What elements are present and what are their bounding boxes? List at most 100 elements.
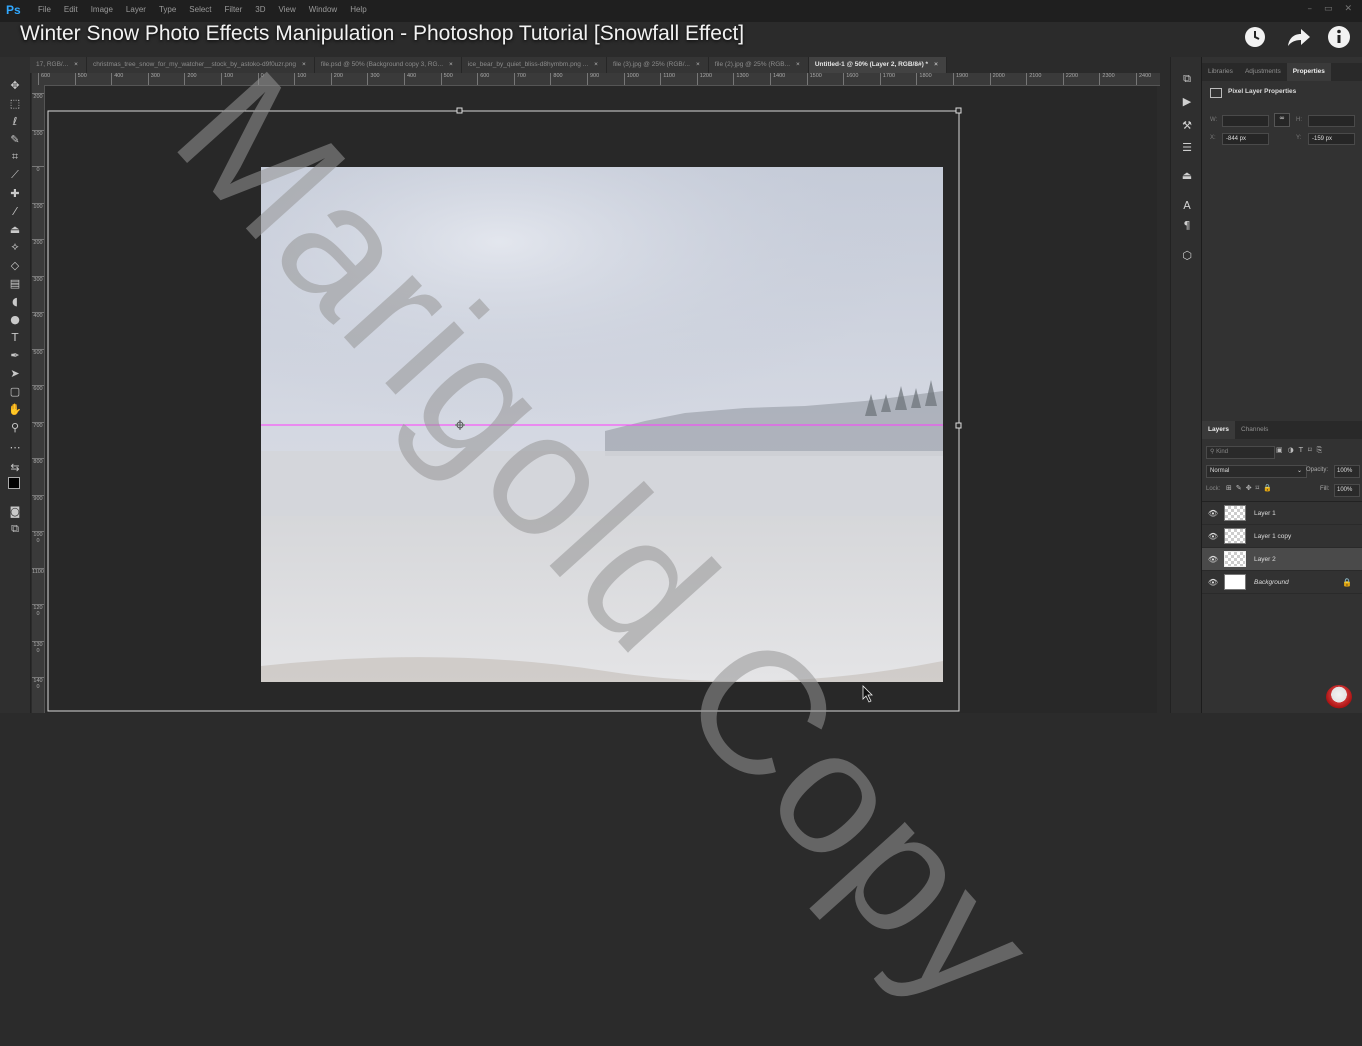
ruler-tick: 400 — [32, 312, 44, 349]
hand-tool-icon[interactable]: ✋ — [6, 401, 24, 417]
transform-handle-top[interactable] — [456, 107, 463, 114]
watch-later-button[interactable] — [1242, 24, 1268, 50]
height-field[interactable] — [1308, 115, 1355, 127]
transform-handle-top-right[interactable] — [955, 107, 962, 114]
info-button[interactable] — [1326, 24, 1352, 50]
tool-presets-icon[interactable]: ⚒ — [1179, 117, 1195, 133]
document-tab[interactable]: ice_bear_by_quiet_bliss-d8hymbm.png ... × — [461, 57, 607, 73]
tab-libraries[interactable]: Libraries — [1202, 63, 1239, 81]
close-tab-icon[interactable]: × — [302, 61, 306, 68]
menu-help[interactable]: Help — [350, 5, 366, 14]
quick-mask-icon[interactable]: ◙ — [6, 503, 24, 519]
menu-file[interactable]: File — [38, 5, 51, 14]
crop-tool-icon[interactable]: ⌗ — [6, 149, 24, 165]
history-brush-tool-icon[interactable]: ⟡ — [6, 239, 24, 255]
blend-mode-select[interactable]: Normal ⌄ — [1206, 465, 1307, 478]
tab-layers[interactable]: Layers — [1202, 421, 1235, 439]
history-panel-icon[interactable]: ⧉ — [1179, 71, 1195, 87]
eyedropper-tool-icon[interactable]: ⟋ — [6, 167, 24, 183]
actions-play-icon[interactable]: ▶ — [1179, 93, 1195, 109]
close-tab-icon[interactable]: × — [796, 61, 800, 68]
menu-view[interactable]: View — [279, 5, 296, 14]
minimize-icon[interactable]: – — [1307, 4, 1312, 14]
y-label: Y: — [1296, 135, 1302, 141]
menu-layer[interactable]: Layer — [126, 5, 146, 14]
tab-channels[interactable]: Channels — [1235, 421, 1274, 439]
tab-adjustments[interactable]: Adjustments — [1239, 63, 1287, 81]
restore-icon[interactable]: ▭ — [1324, 4, 1333, 14]
lock-icons[interactable]: ⊞✎✥⌑🔒 — [1226, 484, 1276, 492]
document-tab[interactable]: file (2).jpg @ 25% (RGB... × — [708, 57, 809, 73]
x-label: X: — [1210, 135, 1216, 141]
visibility-eye-icon[interactable]: 👁 — [1202, 578, 1224, 587]
lock-icon[interactable]: 🔒 — [1342, 578, 1352, 587]
clone-stamp-tool-icon[interactable]: ⏏ — [6, 221, 24, 237]
dodge-tool-icon[interactable]: ● — [6, 311, 24, 327]
close-tab-icon[interactable]: × — [74, 61, 78, 68]
menu-items: File Edit Image Layer Type Select Filter… — [38, 5, 367, 14]
menu-window[interactable]: Window — [309, 5, 337, 14]
close-tab-icon[interactable]: × — [934, 61, 938, 68]
close-tab-icon[interactable]: × — [696, 61, 700, 68]
menu-edit[interactable]: Edit — [64, 5, 78, 14]
layer-row[interactable]: 👁 Layer 1 — [1202, 502, 1362, 525]
shape-tool-icon[interactable]: ▢ — [6, 383, 24, 399]
zoom-tool-icon[interactable]: ⚲ — [6, 419, 24, 435]
healing-brush-tool-icon[interactable]: ✚ — [6, 185, 24, 201]
document-tab[interactable]: file.psd @ 50% (Background copy 3, RG...… — [314, 57, 462, 73]
close-tab-icon[interactable]: × — [449, 61, 453, 68]
document-tab[interactable]: Untitled-1 @ 50% (Layer 2, RGB/8#) * × — [808, 57, 947, 73]
canvas-document[interactable] — [45, 86, 1157, 713]
more-tools-icon[interactable]: ⋯ — [6, 439, 24, 455]
quick-select-tool-icon[interactable]: ✎ — [6, 131, 24, 147]
menu-type[interactable]: Type — [159, 5, 176, 14]
document-tab[interactable]: file (3).jpg @ 25% (RGB/... × — [606, 57, 709, 73]
swap-colors-icon[interactable]: ⇆ — [6, 459, 24, 475]
brush-tool-icon[interactable]: ⁄ — [6, 203, 24, 219]
transform-handle-right[interactable] — [955, 422, 962, 429]
visibility-eye-icon[interactable]: 👁 — [1202, 532, 1224, 541]
marquee-tool-icon[interactable]: ⬚ — [6, 95, 24, 111]
layer-row[interactable]: 👁 Layer 2 — [1202, 548, 1362, 571]
document-tab[interactable]: 17, RGB/... × — [30, 57, 87, 73]
path-select-tool-icon[interactable]: ➤ — [6, 365, 24, 381]
width-field[interactable] — [1222, 115, 1269, 127]
type-tool-icon[interactable]: T — [6, 329, 24, 345]
layer-filter-icons[interactable]: ▣◑T⌑⎘ — [1276, 446, 1327, 455]
menu-select[interactable]: Select — [189, 5, 211, 14]
brush-settings-icon[interactable]: ☰ — [1179, 139, 1195, 155]
tab-properties[interactable]: Properties — [1286, 63, 1331, 81]
paragraph-panel-icon[interactable]: ¶ — [1179, 217, 1195, 233]
opacity-field[interactable]: 100% — [1334, 465, 1360, 478]
canvas-area[interactable] — [45, 86, 1157, 713]
document-tab[interactable]: christmas_tree_snow_for_my_watcher__stoc… — [86, 57, 315, 73]
blur-tool-icon[interactable]: ◖ — [6, 293, 24, 309]
share-button[interactable] — [1286, 24, 1312, 50]
layer-filter-input[interactable]: ⚲ Kind — [1206, 446, 1275, 459]
ruler-tick: 300 — [147, 73, 184, 85]
character-panel-icon[interactable]: A — [1179, 197, 1195, 213]
layer-row[interactable]: 👁 Layer 1 copy — [1202, 525, 1362, 548]
gradient-tool-icon[interactable]: ▤ — [6, 275, 24, 291]
close-icon[interactable]: ✕ — [1344, 4, 1352, 14]
link-icon[interactable]: ∞ — [1274, 113, 1290, 127]
pen-tool-icon[interactable]: ✒ — [6, 347, 24, 363]
ruler-tick: 500 — [440, 73, 477, 85]
visibility-eye-icon[interactable]: 👁 — [1202, 509, 1224, 518]
menu-3d[interactable]: 3D — [255, 5, 265, 14]
clone-source-icon[interactable]: ⏏ — [1179, 167, 1195, 183]
close-tab-icon[interactable]: × — [594, 61, 598, 68]
menu-filter[interactable]: Filter — [225, 5, 243, 14]
x-position-field[interactable]: -844 px — [1222, 133, 1269, 145]
fill-field[interactable]: 100% — [1334, 484, 1360, 497]
lasso-tool-icon[interactable]: ℓ — [6, 113, 24, 129]
eraser-tool-icon[interactable]: ◇ — [6, 257, 24, 273]
visibility-eye-icon[interactable]: 👁 — [1202, 555, 1224, 564]
foreground-color-swatch[interactable] — [8, 477, 20, 489]
y-position-field[interactable]: -159 px — [1308, 133, 1355, 145]
screen-mode-icon[interactable]: ⧉ — [6, 521, 24, 537]
move-tool-icon[interactable]: ✥ — [6, 77, 24, 93]
layer-row[interactable]: 👁 Background 🔒 — [1202, 571, 1362, 594]
3d-panel-icon[interactable]: ⬡ — [1179, 247, 1195, 263]
menu-image[interactable]: Image — [91, 5, 113, 14]
